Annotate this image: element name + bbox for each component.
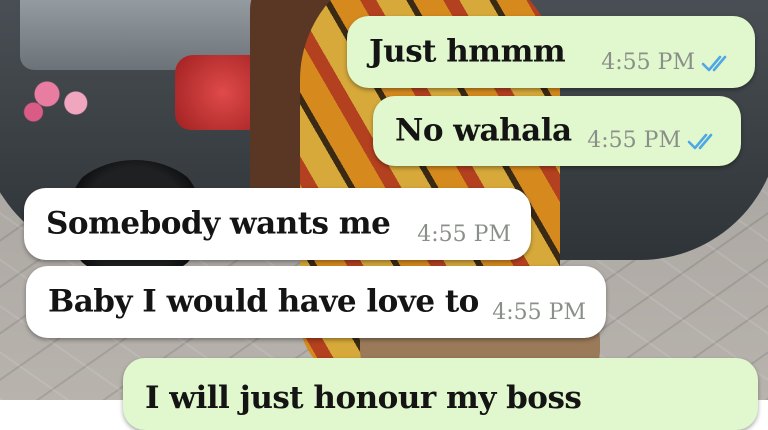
message-text: No wahala	[395, 112, 572, 149]
message-text: Baby I would have love to	[48, 283, 479, 320]
message-meta: 4:55 PM	[601, 50, 735, 75]
message-bubble-incoming[interactable]: Somebody wants me 4:55 PM	[24, 188, 531, 260]
message-text: Somebody wants me	[46, 205, 391, 242]
message-bubble-outgoing[interactable]: No wahala 4:55 PM	[373, 96, 741, 166]
message-time: 4:55 PM	[587, 128, 681, 153]
read-double-tick-icon	[701, 55, 727, 71]
message-bubble-outgoing[interactable]: Just hmmm 4:55 PM	[347, 16, 755, 88]
read-double-tick-icon	[687, 133, 713, 149]
message-time: 4:55 PM	[492, 300, 586, 325]
message-text: Just hmmm	[369, 33, 566, 70]
message-meta: 4:55 PM	[492, 300, 586, 325]
message-meta: 4:55 PM	[417, 222, 511, 247]
message-time: 4:55 PM	[417, 222, 511, 247]
message-bubble-outgoing[interactable]: I will just honour my boss	[123, 358, 758, 430]
car-flowers	[20, 70, 110, 130]
message-text: I will just honour my boss	[145, 380, 582, 416]
message-bubble-incoming[interactable]: Baby I would have love to 4:55 PM	[26, 266, 606, 338]
message-meta: 4:55 PM	[587, 128, 721, 153]
message-time: 4:55 PM	[601, 50, 695, 75]
